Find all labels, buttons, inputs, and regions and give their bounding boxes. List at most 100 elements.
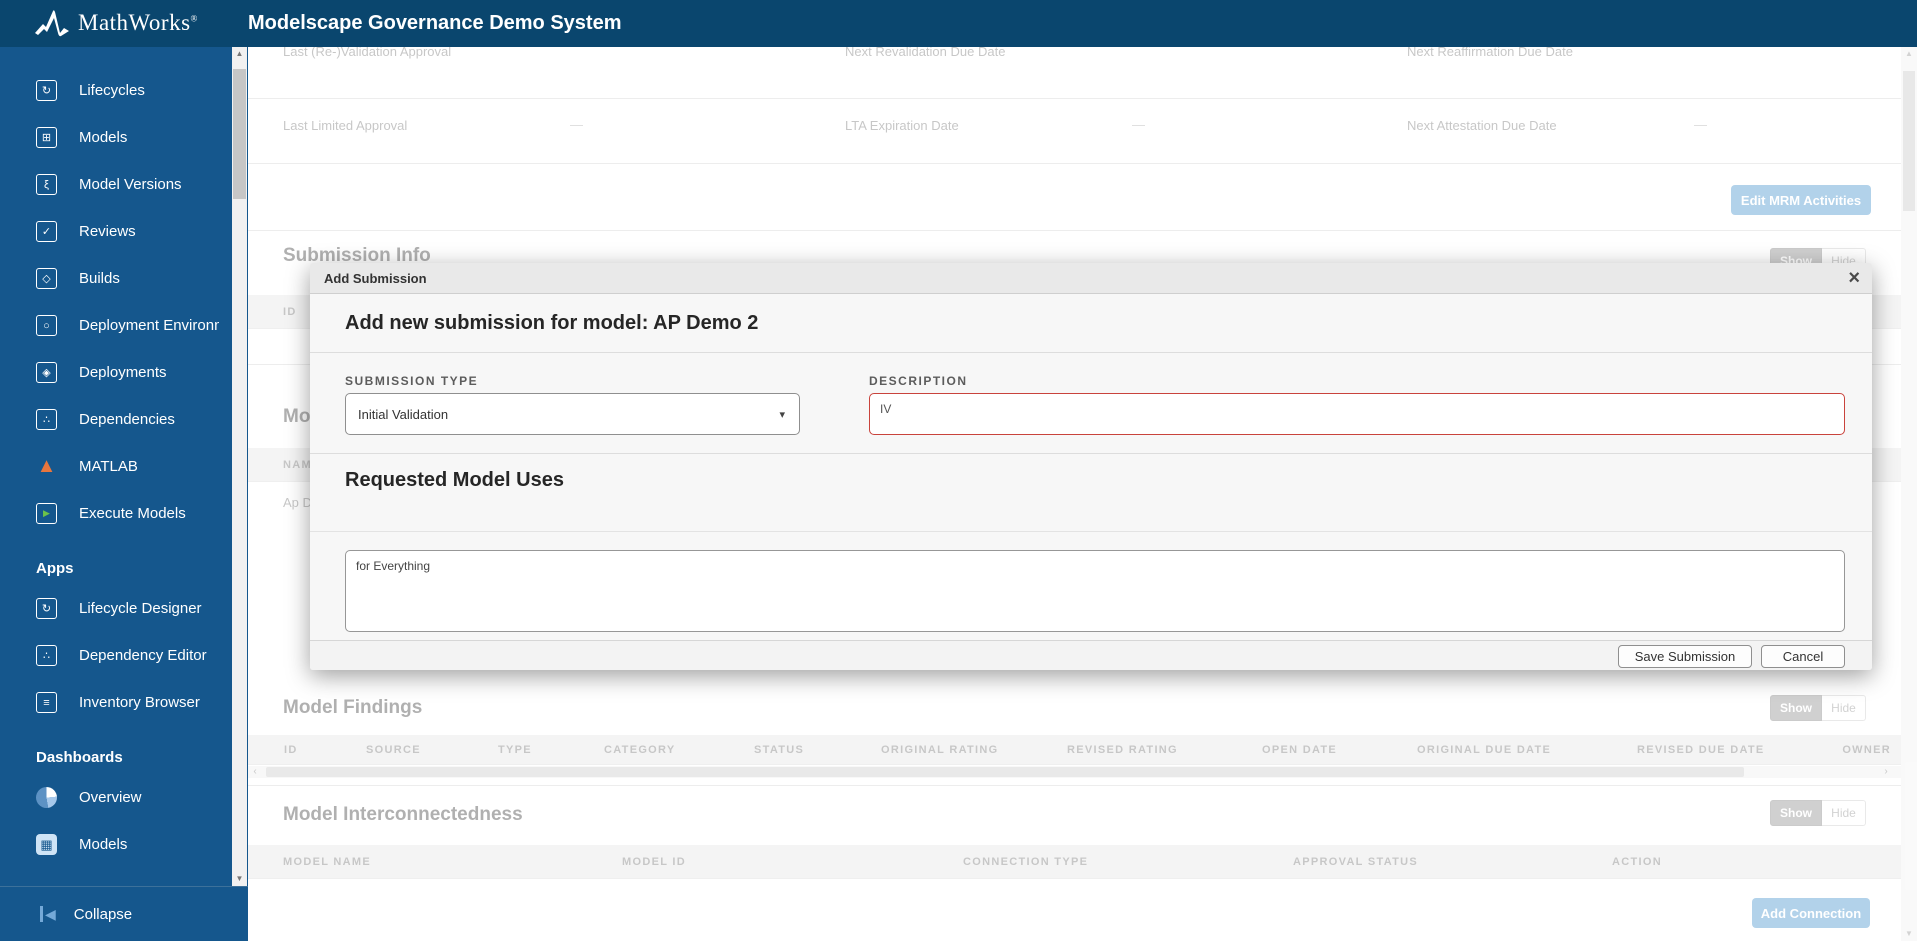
mathworks-logo: MathWorks® xyxy=(34,9,198,37)
sidebar-item-label: MATLAB xyxy=(79,458,138,475)
dependencies-icon: ∴ xyxy=(36,409,57,430)
sidebar-app-item[interactable]: ∴ Dependency Editor xyxy=(0,632,248,679)
inventory-browser-icon: ≡ xyxy=(36,692,57,713)
mrm-field-label: Last Limited Approval xyxy=(283,118,408,133)
main-vertical-scrollbar[interactable]: ▲ ▼ xyxy=(1901,47,1917,941)
column-header: APPROVAL STATUS xyxy=(1293,855,1419,868)
scroll-down-icon[interactable]: ▼ xyxy=(232,872,247,886)
save-submission-button[interactable]: Save Submission xyxy=(1618,645,1752,668)
mrm-field-label: Next Attestation Due Date xyxy=(1407,118,1557,133)
divider xyxy=(248,163,1901,164)
model-versions-icon: ξ xyxy=(36,174,57,195)
mrm-dates-row-1: Last (Re-)Validation Approval Next Reval… xyxy=(283,47,1917,61)
mrm-dates-row-2: Last Limited Approval — LTA Expiration D… xyxy=(283,117,1917,135)
deployments-icon: ◈ xyxy=(36,362,57,383)
sidebar-item-label: Inventory Browser xyxy=(79,694,200,711)
column-header: ACTION xyxy=(1612,855,1662,868)
main-scrollbar-thumb[interactable] xyxy=(1903,71,1915,211)
sidebar-item[interactable]: ◇ Builds xyxy=(0,255,248,302)
column-header: CONNECTION TYPE xyxy=(963,855,1089,868)
brand-text: MathWorks® xyxy=(78,10,198,35)
mrm-field-label: Next Revalidation Due Date xyxy=(845,47,1006,59)
sidebar-item[interactable]: ◈ Deployments xyxy=(0,349,248,396)
sidebar-item-label: Builds xyxy=(79,270,120,287)
sidebar-item[interactable]: ⊞ Models xyxy=(0,114,248,161)
mrm-field: Next Revalidation Due Date xyxy=(845,47,1407,61)
scroll-up-icon[interactable]: ▲ xyxy=(1901,47,1917,61)
sidebar-scrollbar[interactable]: ▲ ▼ xyxy=(232,47,247,886)
sidebar-item-label: Model Versions xyxy=(79,176,182,193)
edit-mrm-activities-button[interactable]: Edit MRM Activities xyxy=(1731,185,1871,215)
model-findings-show-hide: Show Hide xyxy=(1770,695,1866,721)
chevron-down-icon: ▾ xyxy=(779,408,785,421)
scroll-right-icon[interactable]: › xyxy=(1879,766,1893,778)
dashboards-section-label: Dashboards xyxy=(36,748,123,766)
overview-pie-icon xyxy=(36,787,57,808)
app-root: MathWorks® Modelscape Governance Demo Sy… xyxy=(0,0,1917,941)
mathworks-membrane-icon xyxy=(35,10,69,37)
sidebar-item[interactable]: ∴ Dependencies xyxy=(0,396,248,443)
model-interconnectedness-header-row: MODEL NAME MODEL ID CONNECTION TYPE APPROVA… xyxy=(248,845,1901,879)
modal-title-bar: Add Submission × xyxy=(310,263,1872,294)
mrm-field-value: — xyxy=(570,117,583,132)
mrm-field: Next Attestation Due Date — xyxy=(1407,117,1917,135)
sidebar-dashboard-item[interactable]: Overview xyxy=(0,774,248,821)
cancel-button[interactable]: Cancel xyxy=(1761,645,1845,668)
sidebar-item[interactable]: ↻ Lifecycles xyxy=(0,67,248,114)
dependency-editor-icon: ∴ xyxy=(36,645,57,666)
matlab-icon: ▲ xyxy=(36,455,57,477)
mrm-field: Last (Re-)Validation Approval xyxy=(283,47,845,61)
sidebar-app-item[interactable]: ↻ Lifecycle Designer xyxy=(0,585,248,632)
sidebar-item-label: Lifecycle Designer xyxy=(79,600,202,617)
sidebar-collapse-button[interactable]: ◀ Collapse xyxy=(0,886,248,941)
column-header: MODEL ID xyxy=(622,855,686,868)
collapse-arrow-icon: ◀ xyxy=(40,906,56,922)
submission-type-select[interactable]: Initial Validation ▾ xyxy=(345,393,800,435)
add-connection-button[interactable]: Add Connection xyxy=(1752,898,1870,928)
sidebar-item[interactable]: ○ Deployment Environm… xyxy=(0,302,248,349)
model-uses-textarea[interactable]: for Everything xyxy=(345,550,1845,632)
mrm-field: Last Limited Approval — xyxy=(283,117,845,135)
model-interconnectedness-show-hide: Show Hide xyxy=(1770,800,1866,826)
close-icon[interactable]: × xyxy=(1848,265,1860,292)
modal-heading-row: Add new submission for model: AP Demo 2 xyxy=(310,294,1872,353)
hide-button[interactable]: Hide xyxy=(1822,695,1866,721)
model-interconnectedness-heading: Model Interconnectedness xyxy=(283,804,523,825)
scroll-up-icon[interactable]: ▲ xyxy=(232,47,247,61)
sidebar-item[interactable]: ξ Model Versions xyxy=(0,161,248,208)
sidebar-item[interactable]: ▲ MATLAB xyxy=(0,443,248,490)
models-dashboard-icon: ▦ xyxy=(36,834,57,855)
findings-scrollbar-thumb[interactable] xyxy=(266,767,1744,777)
clipped-section-heading: Mo xyxy=(283,406,311,427)
description-label: DESCRIPTION xyxy=(869,374,968,388)
scroll-left-icon[interactable]: ‹ xyxy=(248,766,262,778)
sidebar-item[interactable]: ✓ Reviews xyxy=(0,208,248,255)
scroll-down-icon[interactable]: ▼ xyxy=(1901,927,1917,941)
execute-models-icon: ▶ xyxy=(36,503,57,524)
sidebar-item[interactable]: ▶ Execute Models xyxy=(0,490,248,537)
sidebar-nav: ↻ Lifecycles ⊞ Models ξ Model Versions ✓… xyxy=(0,47,248,886)
column-header: ORIGINAL RATING xyxy=(881,743,999,756)
model-findings-header-row: ID SOURCE TYPE CATEGORY STATUS ORIGINAL RATIN… xyxy=(248,735,1901,765)
page-title: Modelscape Governance Demo System xyxy=(248,12,622,34)
divider xyxy=(248,785,1901,786)
collapse-label: Collapse xyxy=(73,905,133,923)
sidebar-item-label: Execute Models xyxy=(79,505,186,522)
sidebar-item-label: Overview xyxy=(79,789,142,806)
requested-model-uses-heading: Requested Model Uses xyxy=(345,469,564,491)
sidebar-app-item[interactable]: ≡ Inventory Browser xyxy=(0,679,248,726)
mrm-field-value: — xyxy=(1694,117,1707,132)
submission-type-value: Initial Validation xyxy=(358,406,449,422)
column-header: REVISED DUE DATE xyxy=(1637,743,1765,756)
sidebar-dashboard-item[interactable]: ▦ Models xyxy=(0,821,248,868)
column-header: ID xyxy=(283,305,297,318)
hide-button[interactable]: Hide xyxy=(1822,800,1866,826)
sidebar-item-label: Reviews xyxy=(79,223,136,240)
findings-horizontal-scrollbar[interactable]: ‹ › xyxy=(248,766,1901,778)
sidebar-scrollbar-thumb[interactable] xyxy=(233,69,246,199)
column-header: ID xyxy=(284,743,298,756)
description-input[interactable]: IV xyxy=(869,393,1845,435)
mrm-field-label: Next Reaffirmation Due Date xyxy=(1407,47,1573,59)
show-button[interactable]: Show xyxy=(1770,695,1822,721)
show-button[interactable]: Show xyxy=(1770,800,1822,826)
